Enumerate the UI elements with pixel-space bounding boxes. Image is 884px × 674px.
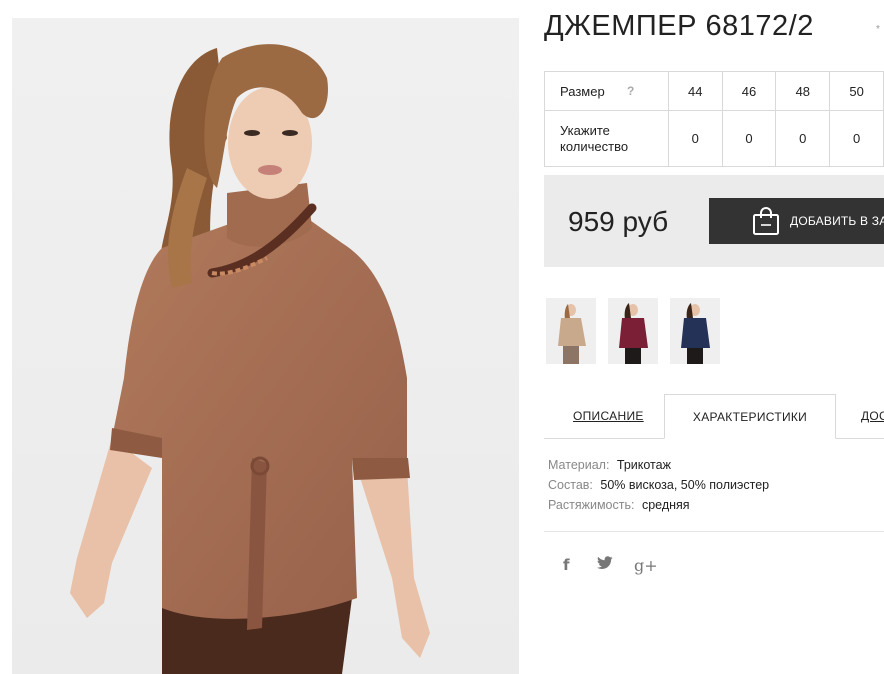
spec-row-composition: Состав: 50% вискоза, 50% полиэстер	[548, 477, 769, 497]
size-50: 50	[829, 71, 884, 111]
size-label: Размер	[560, 83, 605, 99]
quantity-input-44[interactable]: 0	[667, 110, 723, 167]
size-help-icon[interactable]: ?	[627, 84, 634, 98]
spec-key: Материал:	[548, 458, 610, 472]
spec-value: Трикотаж	[616, 458, 671, 472]
price: 959 руб	[568, 206, 669, 237]
spec-key: Растяжимость:	[548, 498, 635, 512]
quantity-label-cell: Укажите количество	[544, 110, 669, 167]
tab-delivery[interactable]: ДОС	[861, 394, 884, 438]
google-plus-icon[interactable]: g+	[634, 556, 658, 575]
spec-key: Состав:	[548, 478, 593, 492]
favorite-mark[interactable]: *	[876, 24, 880, 35]
spec-row-material: Материал: Трикотаж	[548, 457, 769, 477]
thumbnail-burgundy[interactable]	[608, 298, 658, 364]
shopping-bag-icon	[752, 206, 780, 241]
tab-characteristics[interactable]: ХАРАКТЕРИСТИКИ	[664, 394, 836, 439]
add-to-cart-label: ДОБАВИТЬ В ЗА	[790, 214, 884, 228]
specs-list: Материал: Трикотаж Состав: 50% вискоза, …	[548, 457, 769, 517]
product-tabs: ОПИСАНИЕ ХАРАКТЕРИСТИКИ ДОС	[544, 394, 884, 439]
add-to-cart-button[interactable]: ДОБАВИТЬ В ЗА	[709, 198, 884, 244]
model-illustration	[70, 44, 430, 674]
facebook-icon[interactable]: f	[563, 556, 570, 574]
thumbnail-navy[interactable]	[670, 298, 720, 364]
quantity-label: Укажите количество	[560, 122, 629, 154]
size-table: Размер ? 44 46 48 50 Укажите количество …	[544, 71, 884, 167]
price-box: 959 руб ДОБАВИТЬ В ЗА	[544, 175, 884, 267]
size-label-cell: Размер ?	[544, 71, 669, 111]
twitter-icon[interactable]	[597, 556, 613, 574]
thumbnail-beige[interactable]	[546, 298, 596, 364]
tab-description[interactable]: ОПИСАНИЕ	[573, 394, 644, 438]
quantity-row: Укажите количество 0 0 0 0	[544, 110, 884, 167]
size-46: 46	[721, 71, 777, 111]
size-44: 44	[667, 71, 723, 111]
spec-value: средняя	[641, 498, 690, 512]
product-title: ДЖЕМПЕР 68172/2	[544, 10, 814, 42]
spec-row-stretch: Растяжимость: средняя	[548, 497, 769, 517]
size-row: Размер ? 44 46 48 50	[544, 71, 884, 111]
section-divider	[544, 531, 884, 532]
quantity-input-48[interactable]: 0	[775, 110, 831, 167]
quantity-input-46[interactable]: 0	[721, 110, 777, 167]
spec-value: 50% вискоза, 50% полиэстер	[600, 478, 770, 492]
size-48: 48	[775, 71, 831, 111]
quantity-input-50[interactable]: 0	[829, 110, 884, 167]
product-main-photo[interactable]	[12, 18, 519, 674]
